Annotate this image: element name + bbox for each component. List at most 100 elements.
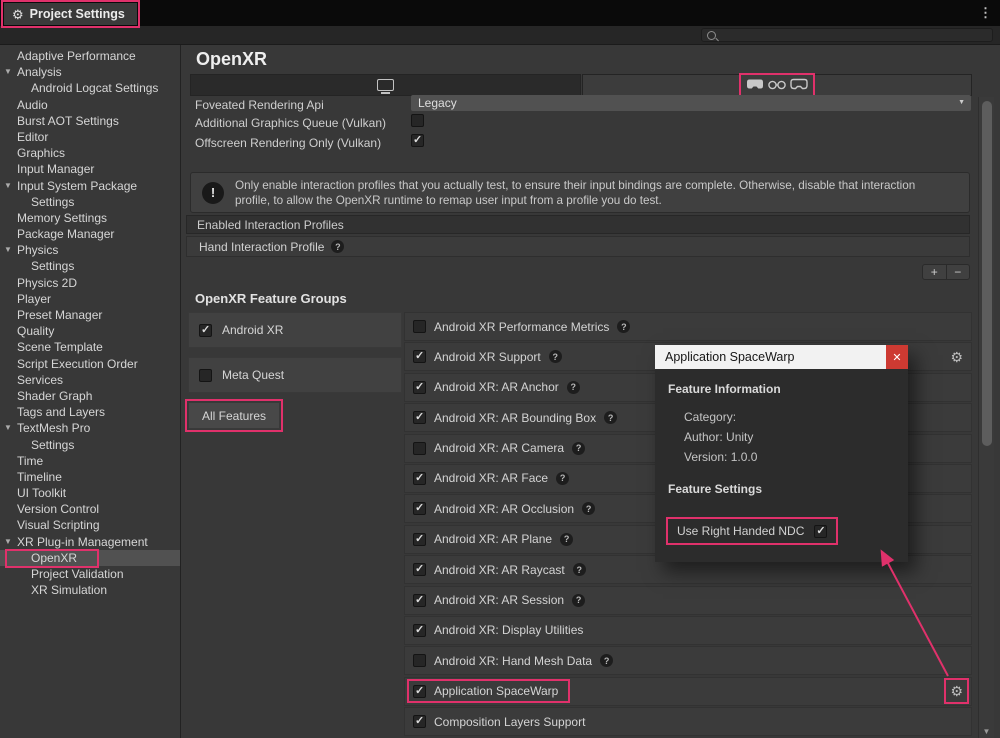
sidebar-item[interactable]: ▼ Services — [0, 372, 180, 388]
help-icon[interactable]: ? — [549, 350, 562, 363]
search-input[interactable] — [701, 28, 993, 42]
sidebar-item[interactable]: ▼ Audio — [0, 97, 180, 113]
sidebar-item[interactable]: ▼ XR Plug-in Management — [0, 534, 180, 550]
help-icon[interactable]: ? — [560, 533, 573, 546]
feature-settings-gear-icon[interactable]: ⚙ — [950, 350, 963, 364]
sidebar-item[interactable]: ▼ Android Logcat Settings — [0, 80, 180, 96]
feature-toggle: Composition Layers Support ? — [413, 715, 585, 729]
sidebar-item[interactable]: ▼ TextMesh Pro — [0, 420, 180, 436]
help-icon[interactable]: ? — [604, 411, 617, 424]
hand-interaction-profile-row[interactable]: Hand Interaction Profile ? — [186, 236, 970, 257]
help-icon[interactable]: ? — [556, 472, 569, 485]
sidebar-item[interactable]: ▼ XR Simulation — [0, 582, 180, 598]
sidebar-item-label: Input System Package — [17, 179, 137, 193]
scroll-down-icon[interactable]: ▼ — [979, 727, 994, 736]
feature-checkbox[interactable] — [413, 411, 426, 424]
help-icon[interactable]: ? — [331, 240, 344, 253]
xr-devices-icon — [741, 75, 813, 95]
tab-xr-devices[interactable] — [582, 74, 973, 96]
sidebar-item[interactable]: ▼ Input System Package — [0, 178, 180, 194]
sidebar-item[interactable]: ▼ Analysis — [0, 64, 180, 80]
sidebar-item[interactable]: ▼ Quality — [0, 323, 180, 339]
help-icon[interactable]: ? — [582, 502, 595, 515]
sidebar-item[interactable]: ▼ Memory Settings — [0, 210, 180, 226]
feature-checkbox[interactable] — [413, 381, 426, 394]
sidebar-item[interactable]: ▼ Physics — [0, 242, 180, 258]
group-checkbox[interactable] — [199, 324, 212, 337]
help-icon[interactable]: ? — [600, 654, 613, 667]
foldout-icon[interactable]: ▼ — [4, 246, 12, 254]
help-icon[interactable]: ? — [572, 594, 585, 607]
feature-checkbox[interactable] — [413, 685, 426, 698]
feature-checkbox[interactable] — [413, 502, 426, 515]
sidebar-item[interactable]: ▼ Script Execution Order — [0, 356, 180, 372]
feature-group-row[interactable]: All Features — [188, 402, 280, 429]
feature-checkbox[interactable] — [413, 320, 426, 333]
sidebar-item[interactable]: ▼ Input Manager — [0, 161, 180, 177]
feature-checkbox[interactable] — [413, 472, 426, 485]
sidebar-item[interactable]: ▼ Burst AOT Settings — [0, 113, 180, 129]
feature-label: Android XR: AR Bounding Box — [434, 411, 596, 425]
help-icon[interactable]: ? — [617, 320, 630, 333]
group-checkbox[interactable] — [199, 369, 212, 382]
sidebar-item[interactable]: ▼ Scene Template — [0, 339, 180, 355]
popup-header: Application SpaceWarp ✕ — [655, 345, 908, 369]
help-icon[interactable]: ? — [572, 442, 585, 455]
foldout-icon[interactable]: ▼ — [4, 182, 12, 190]
display-icon — [377, 79, 394, 91]
remove-profile-button[interactable]: − — [946, 265, 970, 279]
sidebar-item[interactable]: ▼ Version Control — [0, 501, 180, 517]
feature-checkbox[interactable] — [413, 563, 426, 576]
sidebar-item[interactable]: ▼ Package Manager — [0, 226, 180, 242]
sidebar-item[interactable]: ▼ Visual Scripting — [0, 517, 180, 533]
sidebar-item[interactable]: ▼ Graphics — [0, 145, 180, 161]
sidebar-item[interactable]: ▼ Project Validation — [0, 566, 180, 582]
feature-toggle: Android XR: AR Anchor ? — [413, 380, 580, 394]
vertical-scrollbar[interactable]: ▼ — [978, 97, 994, 738]
sidebar-item[interactable]: ▼ Preset Manager — [0, 307, 180, 323]
feature-settings-gear-icon[interactable]: ⚙ — [950, 684, 963, 698]
graphics-queue-checkbox[interactable] — [411, 114, 424, 127]
sidebar-item[interactable]: ▼ Editor — [0, 129, 180, 145]
feature-row: Android XR: Display Utilities ? ⚙ — [404, 616, 972, 645]
tab-standalone[interactable] — [190, 74, 581, 96]
feature-toggle: Android XR: Display Utilities ? — [413, 623, 583, 637]
profile-add-remove-buttons: + − — [922, 264, 970, 280]
offscreen-rendering-checkbox[interactable] — [411, 134, 424, 147]
foldout-icon[interactable]: ▼ — [4, 68, 12, 76]
foldout-icon[interactable]: ▼ — [4, 538, 12, 546]
setting-checkbox[interactable] — [814, 525, 827, 538]
feature-checkbox[interactable] — [413, 533, 426, 546]
foldout-icon[interactable]: ▼ — [4, 424, 12, 432]
sidebar-item[interactable]: ▼ Player — [0, 291, 180, 307]
sidebar-item[interactable]: ▼ Settings — [0, 258, 180, 274]
feature-checkbox[interactable] — [413, 594, 426, 607]
feature-checkbox[interactable] — [413, 350, 426, 363]
feature-checkbox[interactable] — [413, 442, 426, 455]
sidebar-item[interactable]: ▼ Physics 2D — [0, 275, 180, 291]
help-icon[interactable]: ? — [567, 381, 580, 394]
sidebar-item[interactable]: ▼ UI Toolkit — [0, 485, 180, 501]
group-label: Android XR — [222, 323, 283, 337]
close-icon[interactable]: ✕ — [886, 345, 908, 369]
scrollbar-thumb[interactable] — [982, 101, 992, 446]
sidebar-item[interactable]: ▼ Adaptive Performance — [0, 48, 180, 64]
foveated-rendering-dropdown[interactable]: Legacy ▼ — [411, 95, 971, 111]
sidebar-item[interactable]: ▼ Settings — [0, 194, 180, 210]
feature-checkbox[interactable] — [413, 654, 426, 667]
sidebar-item[interactable]: ▼ OpenXR — [0, 550, 180, 566]
add-profile-button[interactable]: + — [923, 265, 946, 279]
sidebar-item[interactable]: ▼ Timeline — [0, 469, 180, 485]
kebab-menu-icon[interactable]: ⋮ — [979, 5, 992, 21]
feature-toggle: Android XR: AR Plane ? — [413, 532, 573, 546]
feature-group-row[interactable]: Android XR — [188, 312, 402, 348]
feature-checkbox[interactable] — [413, 624, 426, 637]
sidebar-item[interactable]: ▼ Settings — [0, 437, 180, 453]
project-settings-window-tab[interactable]: ⚙ Project Settings — [4, 3, 137, 25]
sidebar-item[interactable]: ▼ Shader Graph — [0, 388, 180, 404]
sidebar-item[interactable]: ▼ Time — [0, 453, 180, 469]
feature-checkbox[interactable] — [413, 715, 426, 728]
sidebar-item[interactable]: ▼ Tags and Layers — [0, 404, 180, 420]
help-icon[interactable]: ? — [573, 563, 586, 576]
feature-group-row[interactable]: Meta Quest — [188, 357, 402, 393]
